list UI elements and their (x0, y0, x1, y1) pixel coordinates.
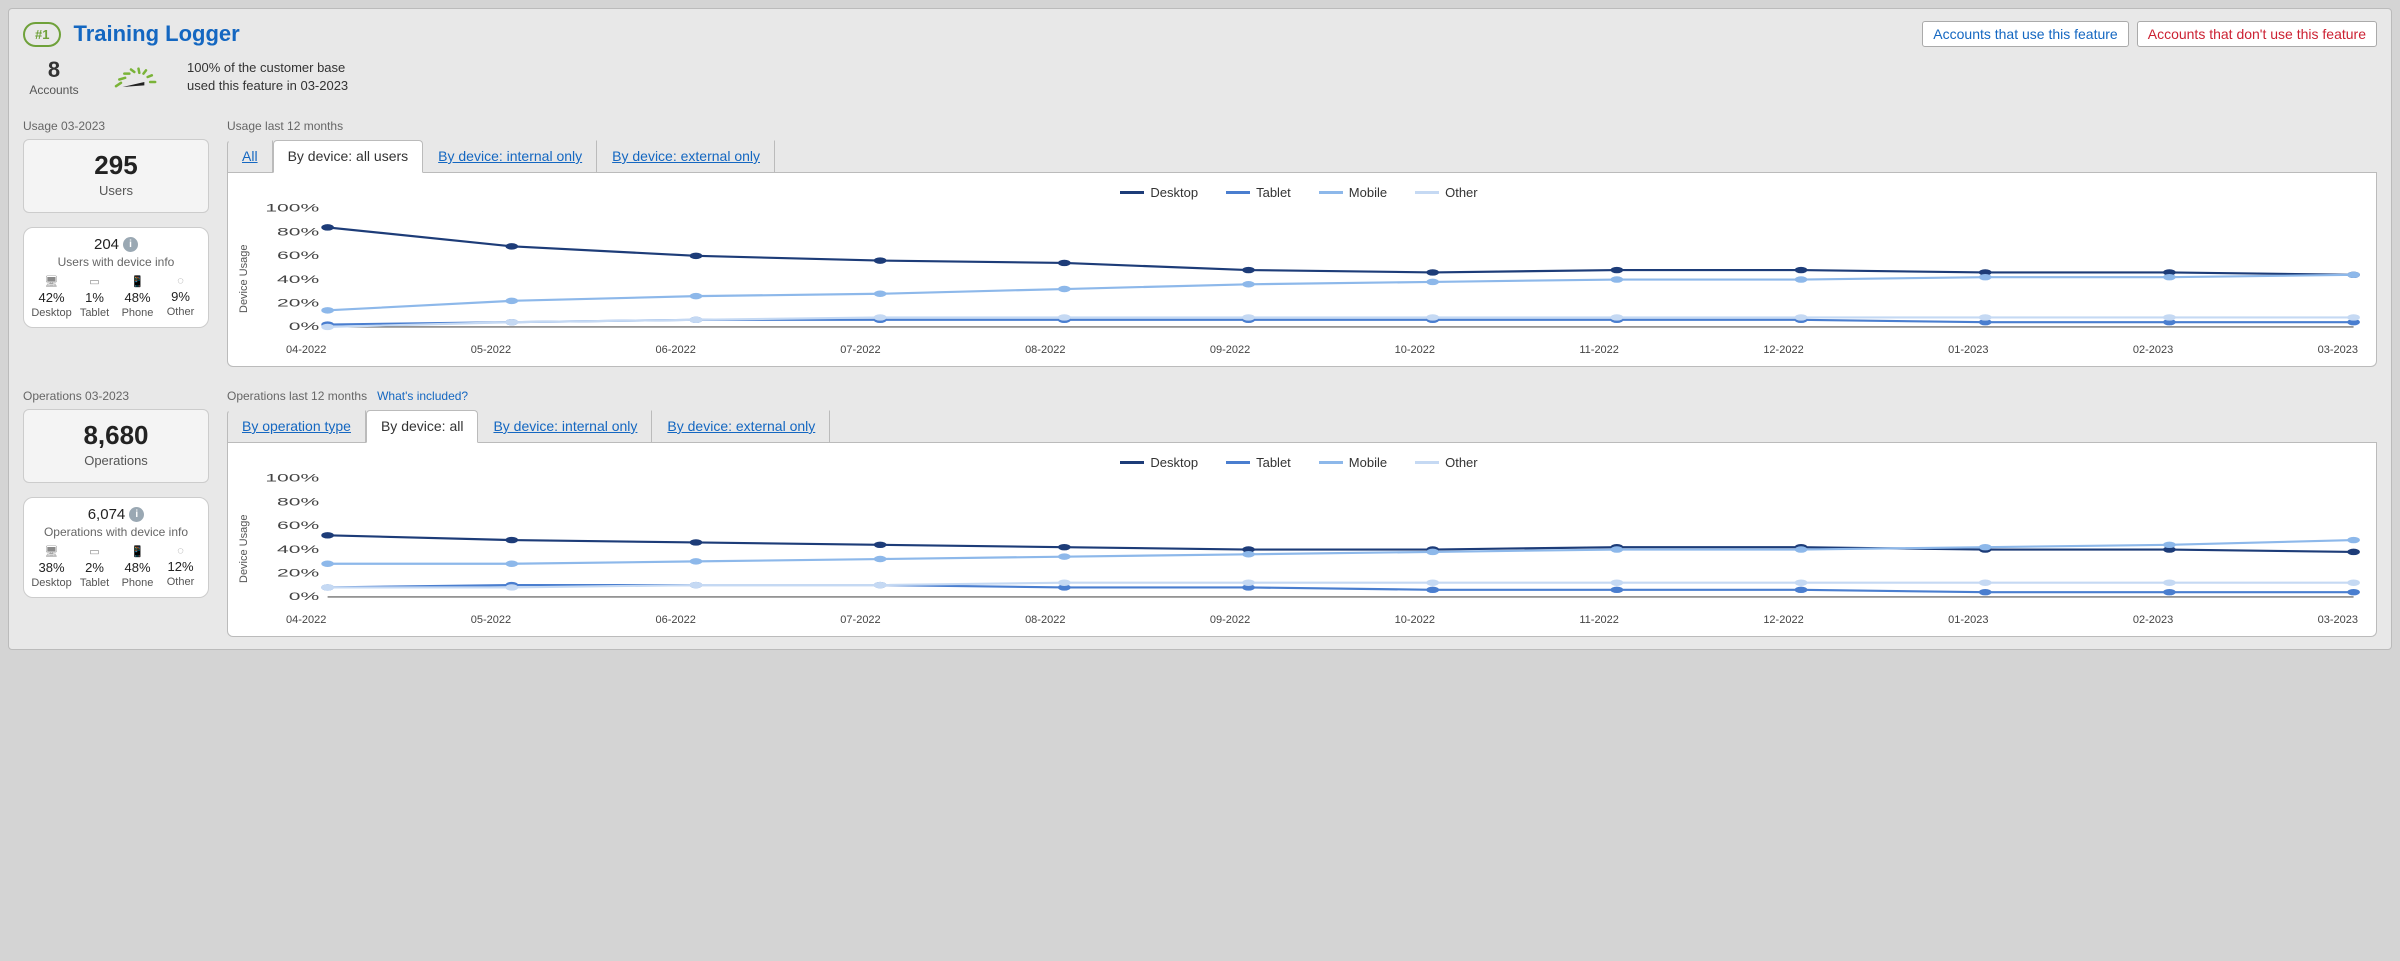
svg-text:0%: 0% (289, 590, 320, 602)
accounts-label: Accounts (23, 83, 85, 97)
tablet-icon: ▭ (89, 545, 99, 558)
ops-device-breakdown: 🖥38%Desktop ▭2%Tablet 📱48%Phone ◌12%Othe… (30, 545, 202, 589)
ops-device-count: 6,074 (88, 506, 126, 523)
tab-by-device-all-users[interactable]: By device: all users (273, 140, 424, 173)
summary-line1: 100% of the customer base (187, 59, 348, 77)
tab-by-operation-type[interactable]: By operation type (227, 410, 366, 443)
info-icon[interactable]: i (129, 507, 144, 522)
usage-right-title: Usage last 12 months (227, 119, 2377, 133)
users-card: 295 Users (23, 139, 209, 213)
users-device-breakdown: 🖥42%Desktop ▭1%Tablet 📱48%Phone ◌9%Other (30, 275, 202, 319)
usage-legend: Desktop Tablet Mobile Other (236, 181, 2362, 202)
tab-by-device-internal[interactable]: By device: internal only (478, 410, 652, 443)
usage-tabs: All By device: all users By device: inte… (227, 139, 2377, 173)
tab-by-device-external[interactable]: By device: external only (652, 410, 830, 443)
phone-icon: 📱 (131, 275, 145, 288)
tab-by-device-internal[interactable]: By device: internal only (423, 140, 597, 173)
ops-line-chart: 0% 20% 40% 60% 80% 100% (256, 472, 2362, 612)
desktop-icon: 🖥 (45, 275, 59, 288)
svg-text:60%: 60% (277, 249, 319, 261)
desktop-icon: 🖥 (45, 545, 59, 558)
svg-text:40%: 40% (277, 543, 319, 555)
title-group: #1 Training Logger (23, 21, 240, 47)
summary-text: 100% of the customer base used this feat… (187, 59, 348, 94)
svg-text:20%: 20% (277, 567, 319, 579)
phone-icon: 📱 (131, 545, 145, 558)
other-icon: ◌ (177, 545, 184, 557)
ops-tabs: By operation type By device: all By devi… (227, 409, 2377, 443)
accounts-not-use-button[interactable]: Accounts that don't use this feature (2137, 21, 2377, 47)
ops-legend: Desktop Tablet Mobile Other (236, 451, 2362, 472)
ops-device-label: Operations with device info (30, 525, 202, 539)
rank-badge: #1 (23, 22, 61, 47)
ops-count: 8,680 (28, 420, 204, 451)
users-label: Users (28, 183, 204, 198)
svg-text:100%: 100% (265, 202, 319, 214)
ops-chart-box: Desktop Tablet Mobile Other Device Usage… (227, 443, 2377, 637)
ops-ylabel: Device Usage (236, 472, 252, 626)
tab-by-device-all[interactable]: By device: all (366, 410, 478, 443)
ops-xaxis: 04-202205-202206-202207-202208-202209-20… (256, 612, 2362, 626)
whats-included-link[interactable]: What's included? (377, 389, 468, 403)
operations-section: Operations 03-2023 8,680 Operations 6,07… (23, 389, 2377, 637)
svg-text:100%: 100% (265, 472, 319, 484)
ops-card: 8,680 Operations (23, 409, 209, 483)
ops-label: Operations (28, 453, 204, 468)
svg-text:60%: 60% (277, 519, 319, 531)
svg-text:40%: 40% (277, 273, 319, 285)
tab-all[interactable]: All (227, 140, 273, 173)
svg-text:20%: 20% (277, 297, 319, 309)
accounts-use-button[interactable]: Accounts that use this feature (1922, 21, 2128, 47)
users-device-card: 204 i Users with device info 🖥42%Desktop… (23, 227, 209, 328)
usage-chart-box: Desktop Tablet Mobile Other Device Usage… (227, 173, 2377, 367)
svg-text:0%: 0% (289, 320, 320, 332)
info-icon[interactable]: i (123, 237, 138, 252)
tablet-icon: ▭ (89, 275, 99, 288)
tab-by-device-external[interactable]: By device: external only (597, 140, 775, 173)
svg-text:80%: 80% (277, 226, 319, 238)
users-device-label: Users with device info (30, 255, 202, 269)
usage-section: Usage 03-2023 295 Users 204 i Users with… (23, 119, 2377, 367)
users-device-count: 204 (94, 236, 119, 253)
header-row: #1 Training Logger Accounts that use thi… (23, 21, 2377, 47)
usage-line-chart: 0% 20% 40% 60% 80% 100% (256, 202, 2362, 342)
accounts-count-block: 8 Accounts (23, 57, 85, 97)
ops-left-title: Operations 03-2023 (23, 389, 209, 403)
usage-left-title: Usage 03-2023 (23, 119, 209, 133)
summary-line2: used this feature in 03-2023 (187, 77, 348, 95)
users-count: 295 (28, 150, 204, 181)
ops-device-card: 6,074 i Operations with device info 🖥38%… (23, 497, 209, 598)
accounts-count: 8 (23, 57, 85, 83)
feature-title-link[interactable]: Training Logger (73, 21, 239, 47)
ops-right-title: Operations last 12 months (227, 389, 367, 403)
summary-row: 8 Accounts 100% of the customer base use… (23, 57, 2377, 97)
header-buttons: Accounts that use this feature Accounts … (1922, 21, 2377, 47)
svg-text:80%: 80% (277, 496, 319, 508)
gauge-icon (111, 61, 161, 93)
other-icon: ◌ (177, 275, 184, 287)
usage-ylabel: Device Usage (236, 202, 252, 356)
feature-panel: #1 Training Logger Accounts that use thi… (8, 8, 2392, 650)
usage-xaxis: 04-202205-202206-202207-202208-202209-20… (256, 342, 2362, 356)
